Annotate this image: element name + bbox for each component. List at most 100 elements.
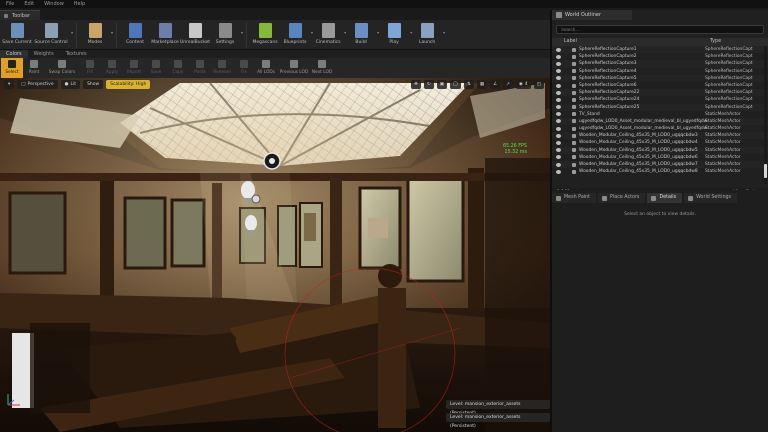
outliner-row[interactable]: SphereReflectionCapture24 SphereReflectio… — [552, 96, 768, 103]
tool-swap-colors[interactable]: Swap Colors — [45, 58, 79, 78]
megascans-button[interactable]: Megascans — [250, 20, 280, 50]
grid-snap-icon[interactable]: ▦ — [476, 80, 488, 89]
rotation-snap-icon[interactable]: ∠ — [490, 80, 501, 89]
settings-button[interactable]: Settings — [210, 20, 240, 50]
visibility-eye-icon[interactable] — [556, 119, 561, 124]
translate-tool-icon[interactable]: ✥ — [411, 80, 421, 89]
menu-window[interactable]: Window — [44, 0, 64, 8]
visibility-eye-icon[interactable] — [556, 97, 561, 102]
menu-help[interactable]: Help — [74, 0, 85, 8]
outliner-scrollbar[interactable] — [764, 46, 767, 184]
camera-speed-button[interactable]: ◉ 4 — [515, 80, 531, 89]
light-actor-icon[interactable] — [263, 152, 281, 170]
tool-previous-lod[interactable]: Previous LOD — [277, 58, 311, 78]
visibility-eye-icon[interactable] — [556, 126, 561, 131]
modes-button[interactable]: Modes — [80, 20, 110, 50]
tab-weights[interactable]: Weights — [28, 50, 60, 58]
visibility-eye-icon[interactable] — [556, 47, 561, 52]
outliner-row[interactable]: Wooden_Modular_Ceiling_45x35_M_LOD0_ugqq… — [552, 168, 768, 175]
tool-save[interactable]: Save — [145, 58, 167, 78]
visibility-eye-icon[interactable] — [556, 133, 561, 138]
world-local-icon[interactable]: ◯ — [450, 80, 462, 89]
visibility-eye-icon[interactable] — [556, 61, 561, 66]
tab-world-settings[interactable]: World Settings — [684, 193, 738, 203]
visibility-eye-icon[interactable] — [556, 155, 561, 160]
save-current-button[interactable]: Save Current — [2, 20, 32, 50]
outliner-row[interactable]: SphereReflectionCapture22 SphereReflectio… — [552, 89, 768, 97]
tab-textures[interactable]: Textures — [60, 50, 93, 58]
visibility-eye-icon[interactable] — [556, 69, 561, 74]
tab-details[interactable]: Details — [647, 193, 683, 203]
dropdown-caret-icon[interactable]: ▾ — [443, 30, 445, 35]
dropdown-caret-icon[interactable]: ▾ — [241, 30, 243, 35]
scalability-warning[interactable]: Scalability: High — [106, 80, 151, 89]
marketplace-button[interactable]: Marketplace — [150, 20, 180, 50]
outliner-row[interactable]: Wooden_Modular_Ceiling_45x35_M_LOD0_ugqq… — [552, 132, 768, 140]
tool-copy[interactable]: Copy — [167, 58, 189, 78]
outliner-row[interactable]: SphereReflectionCapture5 SphereReflection… — [552, 74, 768, 82]
type-column-header[interactable]: Type — [710, 38, 721, 46]
content-button[interactable]: Content — [120, 20, 150, 50]
outliner-search-input[interactable] — [556, 25, 764, 34]
source-control-button[interactable]: Source Control — [32, 20, 70, 50]
tool-paint[interactable]: Paint — [23, 58, 45, 78]
unrealbucket-button[interactable]: UnrealBucket — [180, 20, 210, 50]
dropdown-caret-icon[interactable]: ▾ — [71, 30, 73, 35]
visibility-eye-icon[interactable] — [556, 169, 561, 174]
visibility-eye-icon[interactable] — [556, 141, 561, 146]
surface-snap-icon[interactable]: ⇅ — [464, 80, 474, 89]
build-button[interactable]: Build — [346, 20, 376, 50]
tool-import[interactable]: Import — [123, 58, 145, 78]
tool-next-lod[interactable]: Next LOD — [311, 58, 333, 78]
outliner-scrollbar-thumb[interactable] — [764, 164, 767, 178]
menu-edit[interactable]: Edit — [24, 0, 34, 8]
outliner-row[interactable]: SphereReflectionCapture3 SphereReflection… — [552, 60, 768, 68]
tool-apply[interactable]: Apply — [101, 58, 123, 78]
maximize-viewport-icon[interactable]: ◰ — [533, 80, 544, 89]
outliner-row[interactable]: SphereReflectionCapture25 SphereReflectio… — [552, 103, 768, 111]
reflection-capture-icon[interactable] — [251, 194, 261, 204]
outliner-row[interactable]: ugyedfqdw_LOD0_Asset_modular_medieval_bl… — [552, 117, 768, 126]
perspective-button[interactable]: □ Perspective — [17, 80, 58, 89]
outliner-row[interactable]: Wooden_Modular_Ceiling_45x35_M_LOD0_ugqq… — [552, 139, 768, 146]
outliner-row[interactable]: SphereReflectionCapture4 SphereReflection… — [552, 68, 768, 75]
menu-file[interactable]: File — [6, 0, 14, 8]
world-outliner-tab[interactable]: World Outliner — [552, 10, 632, 20]
tab-mesh-paint[interactable]: Mesh Paint — [552, 193, 597, 203]
tool-fix[interactable]: Fix — [233, 58, 255, 78]
visibility-eye-icon[interactable] — [556, 54, 561, 59]
visibility-eye-icon[interactable] — [556, 76, 561, 81]
scale-tool-icon[interactable]: ▣ — [436, 80, 447, 89]
tab-colors[interactable]: Colors — [0, 50, 28, 58]
blueprints-button[interactable]: Blueprints — [280, 20, 310, 50]
play-button[interactable]: Play — [379, 20, 409, 50]
rotate-tool-icon[interactable]: ↻ — [423, 80, 434, 89]
outliner-row[interactable]: TV_Stand StaticMeshActor — [552, 111, 768, 118]
visibility-eye-icon[interactable] — [556, 162, 561, 167]
dropdown-caret-icon[interactable]: ▾ — [111, 30, 113, 35]
tab-place-actors[interactable]: Place Actors — [598, 193, 646, 203]
visibility-eye-icon[interactable] — [556, 112, 561, 117]
visibility-eye-icon[interactable] — [556, 105, 561, 110]
view-mode-button[interactable]: ● Lit — [60, 80, 81, 89]
outliner-row[interactable]: SphereReflectionCapture1 SphereReflection… — [552, 46, 768, 54]
tool-select[interactable]: Select — [1, 58, 23, 78]
outliner-row[interactable]: Wooden_Modular_Ceiling_45x35_M_LOD0_ugqq… — [552, 161, 768, 169]
outliner-row[interactable]: Wooden_Modular_Ceiling_45x35_M_LOD0_ugqq… — [552, 154, 768, 161]
tool-remove[interactable]: Remove — [211, 58, 233, 78]
visibility-eye-icon[interactable] — [556, 148, 561, 153]
tool-all-lods[interactable]: All LODs — [255, 58, 277, 78]
show-button[interactable]: Show — [83, 80, 104, 89]
tool-fill[interactable]: Fill — [79, 58, 101, 78]
label-column-header[interactable]: Label — [564, 38, 577, 46]
viewport-options-button[interactable]: ▾ — [4, 80, 15, 89]
outliner-row[interactable]: SphereReflectionCapture2 SphereReflection… — [552, 53, 768, 60]
tool-paste[interactable]: Paste — [189, 58, 211, 78]
launch-button[interactable]: Launch — [412, 20, 442, 50]
outliner-row[interactable]: ugyedfqdw_LOD0_Asset_modular_medieval_bl… — [552, 125, 768, 132]
outliner-row[interactable]: SphereReflectionCapture6 SphereReflection… — [552, 82, 768, 89]
outliner-row[interactable]: Wooden_Modular_Ceiling_45x35_M_LOD0_ugqq… — [552, 146, 768, 154]
scale-snap-icon[interactable]: ↗ — [503, 80, 513, 89]
cinematics-button[interactable]: Cinematics — [313, 20, 343, 50]
visibility-eye-icon[interactable] — [556, 83, 561, 88]
